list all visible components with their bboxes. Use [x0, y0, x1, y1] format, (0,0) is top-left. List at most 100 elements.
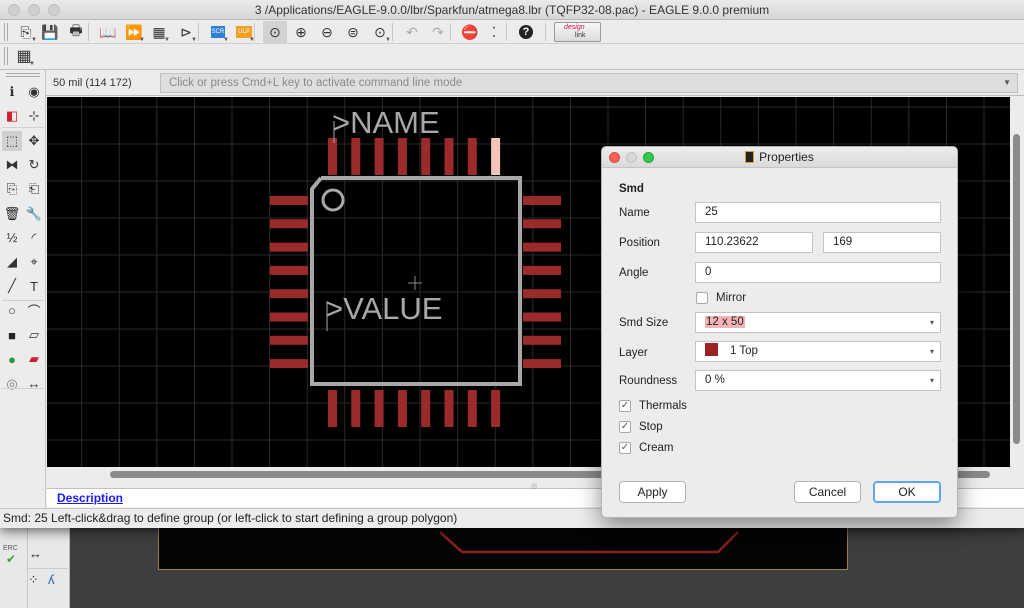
toolbar-grip[interactable] — [4, 47, 8, 65]
change-tool[interactable]: 🔧 — [24, 204, 44, 224]
divider — [28, 568, 70, 569]
cancel-button[interactable]: Cancel — [794, 481, 861, 503]
zoom-redraw-button[interactable]: ⊜ — [341, 21, 365, 43]
vertical-scrollbar-thumb[interactable] — [1013, 134, 1020, 444]
name-placeholder-text: >NAME — [332, 105, 440, 140]
miter-tool[interactable]: ◜ — [24, 228, 44, 248]
smd-pad — [523, 265, 561, 275]
smd-pad — [270, 335, 308, 345]
move-tool[interactable]: ✥ — [24, 131, 44, 151]
position-y-field[interactable]: 169 — [823, 232, 941, 253]
smd-tool[interactable]: ▰ — [24, 349, 44, 369]
toolbar-grip[interactable] — [4, 23, 8, 41]
zoom-window-button[interactable] — [48, 4, 60, 16]
arc-tool[interactable]: ⌒ — [24, 301, 44, 321]
split-tool[interactable]: ◢ — [2, 252, 22, 272]
script-button[interactable]: SCR ▼ — [206, 21, 230, 43]
pad-tool[interactable]: ● — [2, 349, 22, 369]
toolbar-grip[interactable] — [6, 73, 40, 77]
forward-button[interactable]: ⏩ ▼ — [122, 21, 146, 44]
smd-pad — [351, 138, 361, 175]
optimize-tool[interactable]: ⌖ — [24, 252, 44, 272]
apply-button[interactable]: Apply — [619, 481, 686, 503]
smd-icon: ▰ — [29, 351, 39, 367]
grid-button[interactable]: ▦ ▼ — [12, 45, 36, 67]
go-button[interactable]: ⁚ — [482, 21, 506, 43]
name-value-tool[interactable]: ½ — [2, 228, 22, 248]
layers-tool[interactable]: ◧ — [2, 106, 22, 126]
dimension-tool[interactable]: ↔ — [24, 374, 44, 394]
via-icon: ◎ — [6, 375, 18, 391]
cream-checkbox[interactable]: ✓ — [619, 442, 631, 454]
position-x-field[interactable]: 110.23622 — [695, 232, 813, 253]
angle-field[interactable]: 0 — [695, 262, 941, 283]
dropdown-arrow-icon[interactable]: ▼ — [164, 37, 170, 43]
smd-pad — [270, 196, 308, 205]
delete-tool[interactable]: 🗑 — [2, 204, 22, 224]
minimize-dialog-button[interactable] — [626, 152, 637, 163]
zoom-dialog-button[interactable] — [643, 152, 654, 163]
mirror-checkbox[interactable] — [696, 292, 708, 304]
mirror-tool[interactable]: ⧓ — [2, 155, 22, 175]
command-line-input[interactable]: Click or press Cmd+L key to activate com… — [160, 73, 1018, 93]
symbol-button[interactable]: ⊳ ▼ — [174, 21, 198, 44]
group-select-tool[interactable]: ⬚ — [2, 130, 22, 151]
close-window-button[interactable] — [8, 4, 20, 16]
mark-tool[interactable]: ⊹ — [24, 106, 44, 126]
design-link-button[interactable]: design link — [554, 22, 601, 42]
command-line-placeholder: Click or press Cmd+L key to activate com… — [169, 77, 463, 89]
name-field[interactable]: 25 — [695, 202, 941, 223]
show-icon: ◉ — [28, 84, 40, 99]
print-button[interactable]: 🖶 — [64, 21, 88, 43]
dropdown-arrow-icon[interactable]: ▼ — [385, 37, 391, 43]
minimize-window-button[interactable] — [28, 4, 40, 16]
copy-tool[interactable]: ⎘ — [2, 179, 22, 199]
layer-combo[interactable]: 1 Top ▾ — [695, 341, 941, 362]
smd-pad — [467, 138, 477, 175]
zoom-out-button[interactable]: ⊖ — [315, 21, 339, 43]
chevron-down-icon[interactable]: ▼ — [1003, 74, 1011, 92]
rotate-icon: ↻ — [28, 156, 40, 172]
description-link[interactable]: Description — [57, 491, 123, 505]
show-tool[interactable]: ◉ — [24, 82, 44, 102]
open-button[interactable]: ⎘ ▼ — [14, 21, 38, 44]
help-button[interactable]: ? — [514, 21, 538, 43]
circle-tool[interactable]: ○ — [2, 301, 22, 321]
redo-button[interactable]: ↷ — [426, 21, 450, 43]
info-tool[interactable]: ℹ — [2, 82, 22, 102]
save-button[interactable]: 💾 — [38, 21, 62, 43]
close-dialog-button[interactable] — [609, 152, 620, 163]
zoom-fit-button[interactable]: ⊙ — [263, 21, 287, 43]
rectangle-tool[interactable]: ■ — [2, 325, 22, 345]
smd-pad — [270, 219, 308, 229]
ulp-button[interactable]: ULP ▼ — [232, 21, 256, 43]
stop-checkbox[interactable]: ✓ — [619, 421, 631, 433]
pin1-marker — [321, 188, 345, 212]
undo-button[interactable]: ↶ — [400, 21, 424, 43]
thermals-checkbox[interactable]: ✓ — [619, 400, 631, 412]
paste-tool[interactable]: ⎗ — [24, 179, 44, 199]
zoom-in-button[interactable]: ⊕ — [289, 21, 313, 43]
zoom-select-button[interactable]: ⊙ ▼ — [368, 21, 392, 44]
library-button[interactable]: 📖 — [96, 21, 120, 43]
dropdown-arrow-icon[interactable]: ▼ — [223, 37, 229, 43]
roundness-combo[interactable]: 0 % ▾ — [695, 370, 941, 391]
cream-label: Cream — [639, 442, 674, 454]
dropdown-arrow-icon[interactable]: ▼ — [191, 37, 197, 43]
text-icon: T — [30, 278, 38, 294]
package-button[interactable]: ▦ ▼ — [147, 21, 171, 44]
smd-pad — [444, 138, 454, 175]
wire-tool[interactable]: ╱ — [2, 276, 22, 296]
stop-button[interactable]: ⛔ — [458, 21, 482, 43]
polygon-icon: ▱ — [29, 327, 39, 342]
ok-button[interactable]: OK — [873, 481, 941, 503]
via-tool[interactable]: ◎ — [2, 374, 22, 394]
rotate-tool[interactable]: ↻ — [24, 155, 44, 175]
polygon-tool[interactable]: ▱ — [24, 325, 44, 345]
dropdown-arrow-icon[interactable]: ▼ — [139, 37, 145, 43]
text-tool[interactable]: T — [24, 276, 44, 296]
layer-color-swatch — [705, 343, 718, 356]
toolbar-separator — [450, 23, 451, 41]
dropdown-arrow-icon[interactable]: ▼ — [31, 37, 37, 43]
smd-size-combo[interactable]: 12 x 50 ▾ — [695, 312, 941, 333]
